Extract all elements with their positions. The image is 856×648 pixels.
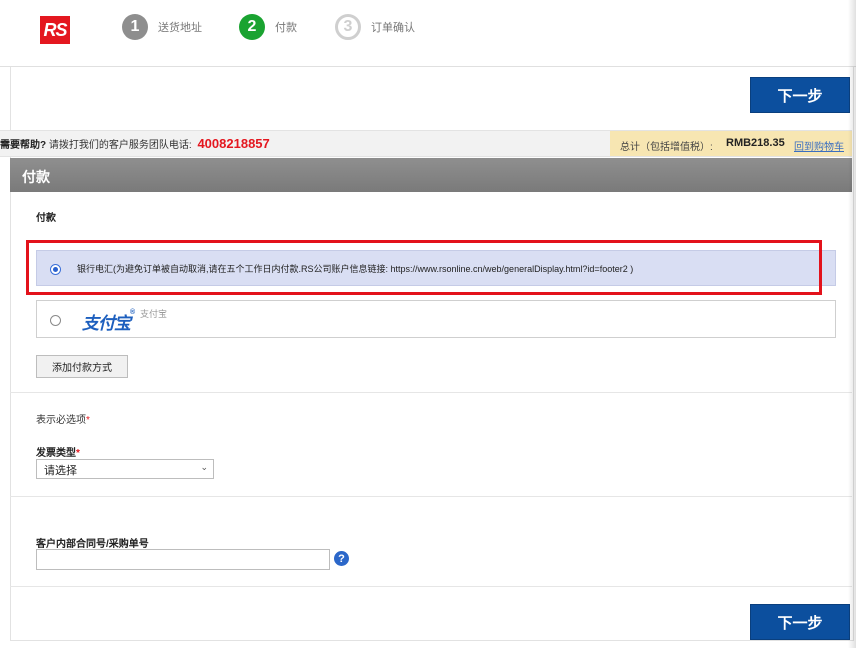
next-step-button-top[interactable]: 下一步 — [750, 77, 850, 113]
question-mark-icon[interactable]: ? — [334, 551, 349, 566]
order-total-box: 总计（包括增值税）: RMB218.35 回到购物车 — [610, 131, 852, 156]
help-description: 请拨打我们的客户服务团队电话: — [48, 140, 192, 151]
step-order-confirm: 3 订单确认 — [335, 14, 415, 40]
rs-logo[interactable]: RS — [40, 16, 70, 44]
payment-option-alipay[interactable]: 支付宝® 支付宝 — [36, 300, 836, 338]
divider — [10, 392, 852, 393]
divider — [10, 496, 852, 497]
alipay-logo-text: 支付宝 — [82, 314, 131, 333]
step-3-number: 3 — [335, 14, 361, 40]
page-shadow — [848, 0, 856, 648]
po-number-input[interactable] — [36, 549, 330, 570]
step-payment: 2 付款 — [239, 14, 297, 40]
payment-section-header: 付款 — [10, 158, 852, 192]
chevron-down-icon: ⌄ — [200, 462, 208, 472]
help-bar: 需要帮助? 请拨打我们的客户服务团队电话: 4008218857 总计（包括增值… — [0, 130, 852, 157]
invoice-type-label: 发票类型* — [36, 444, 80, 459]
invoice-type-value: 请选择 — [44, 465, 77, 477]
step-3-label: 订单确认 — [371, 22, 415, 34]
invoice-type-label-text: 发票类型 — [36, 448, 76, 459]
highlight-outline — [26, 240, 822, 295]
total-amount: RMB218.35 — [726, 137, 785, 149]
back-to-cart-link[interactable]: 回到购物车 — [794, 138, 844, 153]
step-2-number: 2 — [239, 14, 265, 40]
required-note-text: 表示必选项 — [36, 415, 86, 426]
total-label: 总计（包括增值税）: — [620, 142, 713, 153]
alipay-radio[interactable] — [50, 315, 61, 326]
po-number-label: 客户内部合同号/采购单号 — [36, 539, 149, 550]
payment-label: 付款 — [36, 213, 56, 224]
next-step-button-bottom[interactable]: 下一步 — [750, 604, 850, 640]
step-1-number: 1 — [122, 14, 148, 40]
add-payment-method-button[interactable]: 添加付款方式 — [36, 355, 128, 378]
section-title: 付款 — [22, 169, 50, 185]
step-2-label: 付款 — [275, 22, 297, 34]
required-star: * — [86, 415, 90, 426]
help-text: 需要帮助? 请拨打我们的客户服务团队电话: 4008218857 — [0, 136, 270, 151]
invoice-type-select[interactable]: 请选择 ⌄ — [36, 459, 214, 479]
required-note: 表示必选项* — [36, 411, 90, 426]
required-star: * — [76, 448, 80, 459]
help-lead: 需要帮助? — [0, 140, 47, 151]
step-shipping-address: 1 送货地址 — [122, 14, 202, 40]
step-1-label: 送货地址 — [158, 22, 202, 34]
divider — [10, 586, 852, 587]
top-header: RS 1 送货地址 2 付款 3 订单确认 — [0, 0, 856, 67]
alipay-label: 支付宝 — [140, 309, 168, 319]
alipay-logo: 支付宝® — [82, 309, 135, 333]
service-phone: 4008218857 — [197, 136, 270, 151]
